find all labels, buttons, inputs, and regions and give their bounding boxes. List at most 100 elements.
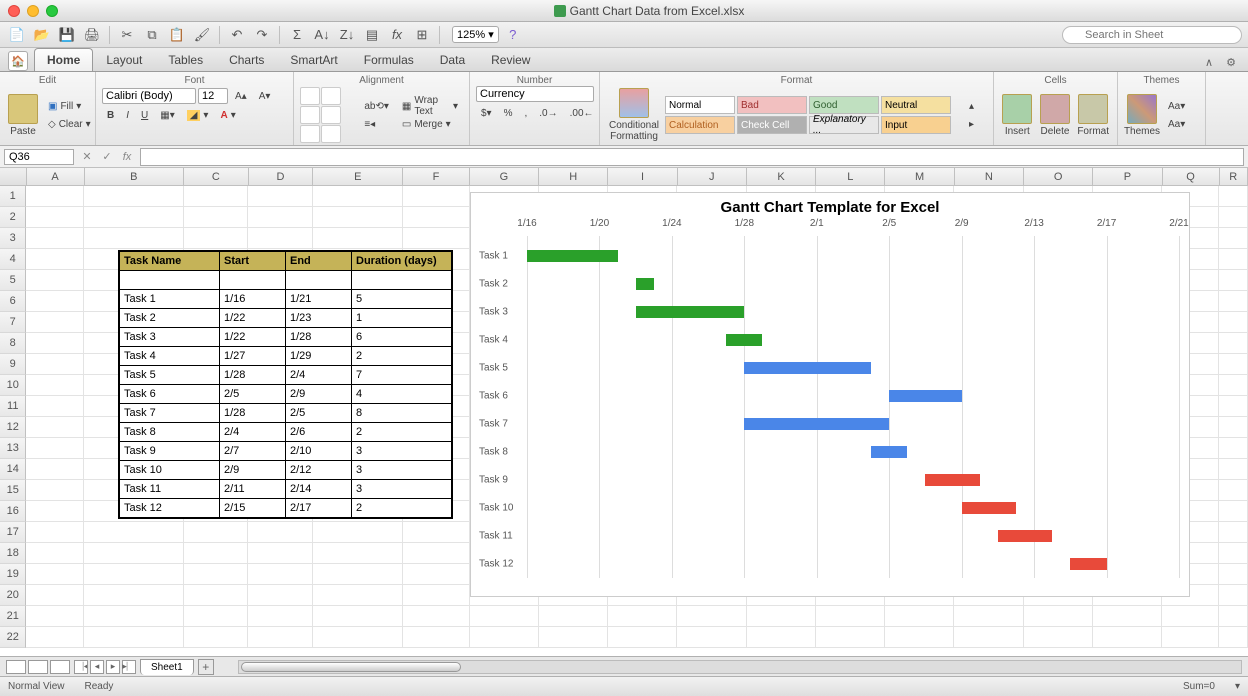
table-cell[interactable]: 1/28 [286,328,352,347]
row-header-3[interactable]: 3 [0,228,26,249]
copy-icon[interactable]: ⧉ [141,25,163,45]
table-cell[interactable]: 2 [352,499,452,518]
col-header-B[interactable]: B [85,168,185,185]
orientation-button[interactable]: ab⟲▾ [359,98,394,114]
row-header-14[interactable]: 14 [0,459,26,480]
table-cell[interactable]: Task 1 [120,290,220,309]
col-header-E[interactable]: E [313,168,403,185]
table-cell[interactable]: 2/7 [220,442,286,461]
minimize-window-button[interactable] [27,5,39,17]
search-input[interactable] [1062,26,1242,44]
fill-button[interactable]: ▣Fill ▾ [43,98,96,114]
table-cell[interactable]: 2/5 [220,385,286,404]
row-header-13[interactable]: 13 [0,438,26,459]
table-cell[interactable]: 2/10 [286,442,352,461]
font-color-button[interactable]: A▾ [215,107,240,123]
table-cell[interactable]: 2/17 [286,499,352,518]
underline-button[interactable]: U [136,107,153,123]
add-sheet-button[interactable]: + [198,659,214,675]
table-cell[interactable]: 4 [352,385,452,404]
style-normal[interactable]: Normal [665,96,735,114]
table-cell[interactable]: Task 3 [120,328,220,347]
fx-icon[interactable]: fx [118,148,136,166]
col-header-M[interactable]: M [885,168,954,185]
increase-font-icon[interactable]: A▴ [230,88,252,104]
ribbon-collapse-icon[interactable]: ∧ [1200,53,1218,71]
tab-tables[interactable]: Tables [155,48,216,71]
table-cell[interactable]: 1 [352,309,452,328]
row-header-9[interactable]: 9 [0,354,26,375]
fill-color-button[interactable]: ◢▾ [182,107,214,123]
cancel-formula-icon[interactable]: ✕ [78,148,96,166]
table-cell[interactable]: 1/29 [286,347,352,366]
sheet-nav-buttons[interactable]: ⎹◂◂▸▸⎸ [74,660,136,674]
select-all-corner[interactable] [0,168,27,185]
themes-button[interactable]: Themes [1124,92,1160,139]
row-header-4[interactable]: 4 [0,249,26,270]
italic-button[interactable]: I [121,107,134,123]
row-header-19[interactable]: 19 [0,564,26,585]
show-formulas-icon[interactable]: ⊞ [411,25,433,45]
table-cell[interactable]: 2/4 [220,423,286,442]
format-painter-icon[interactable]: 🖌 [191,25,213,45]
style-check-cell[interactable]: Check Cell [737,116,807,134]
table-cell[interactable]: 2/9 [286,385,352,404]
table-cell[interactable]: Task 8 [120,423,220,442]
col-header-J[interactable]: J [678,168,747,185]
table-cell[interactable]: 2/14 [286,480,352,499]
ribbon-home-icon[interactable]: 🏠 [8,51,28,71]
row-header-12[interactable]: 12 [0,417,26,438]
table-cell[interactable]: Task 11 [120,480,220,499]
style-good[interactable]: Good [809,96,879,114]
name-box[interactable] [4,149,74,165]
table-cell[interactable]: 6 [352,328,452,347]
status-scroll-icon[interactable]: ▾ [1235,681,1240,692]
close-window-button[interactable] [8,5,20,17]
table-cell[interactable]: 3 [352,461,452,480]
tab-charts[interactable]: Charts [216,48,277,71]
tab-home[interactable]: Home [34,48,93,71]
table-cell[interactable]: 1/23 [286,309,352,328]
table-cell[interactable]: Task 6 [120,385,220,404]
tab-smartart[interactable]: SmartArt [277,48,350,71]
table-cell[interactable]: 8 [352,404,452,423]
theme-fonts-button[interactable]: Aa▾ [1163,98,1190,114]
col-header-N[interactable]: N [955,168,1024,185]
table-cell[interactable]: 1/22 [220,328,286,347]
formula-input[interactable] [140,148,1244,166]
col-header-O[interactable]: O [1024,168,1093,185]
col-header-A[interactable]: A [27,168,85,185]
row-header-1[interactable]: 1 [0,186,26,207]
row-header-11[interactable]: 11 [0,396,26,417]
row-header-22[interactable]: 22 [0,627,26,648]
col-header-K[interactable]: K [747,168,816,185]
style-bad[interactable]: Bad [737,96,807,114]
style-scroll[interactable]: ▴▸ [964,98,979,132]
table-cell[interactable]: 2/15 [220,499,286,518]
function-icon[interactable]: fx [386,25,408,45]
row-header-17[interactable]: 17 [0,522,26,543]
col-header-I[interactable]: I [608,168,677,185]
table-cell[interactable]: Task 4 [120,347,220,366]
maximize-window-button[interactable] [46,5,58,17]
row-header-15[interactable]: 15 [0,480,26,501]
font-name-select[interactable]: Calibri (Body) [102,88,196,104]
table-cell[interactable]: Task 12 [120,499,220,518]
new-doc-icon[interactable]: 📄 [6,25,28,45]
paste-button[interactable]: Paste [6,92,40,139]
gear-icon[interactable]: ⚙ [1222,53,1240,71]
help-icon[interactable]: ? [502,25,524,45]
zoom-dropdown[interactable]: 125% ▾ [452,26,499,43]
table-cell[interactable]: 1/28 [220,404,286,423]
table-cell[interactable]: Task 2 [120,309,220,328]
increase-decimal-icon[interactable]: .0→ [534,105,562,121]
col-header-Q[interactable]: Q [1163,168,1220,185]
table-cell[interactable]: 2/6 [286,423,352,442]
row-header-20[interactable]: 20 [0,585,26,606]
tab-layout[interactable]: Layout [93,48,155,71]
table-cell[interactable]: 1/21 [286,290,352,309]
comma-icon[interactable]: , [520,105,533,121]
tab-formulas[interactable]: Formulas [351,48,427,71]
col-header-D[interactable]: D [249,168,314,185]
view-mode-buttons[interactable] [6,660,70,674]
